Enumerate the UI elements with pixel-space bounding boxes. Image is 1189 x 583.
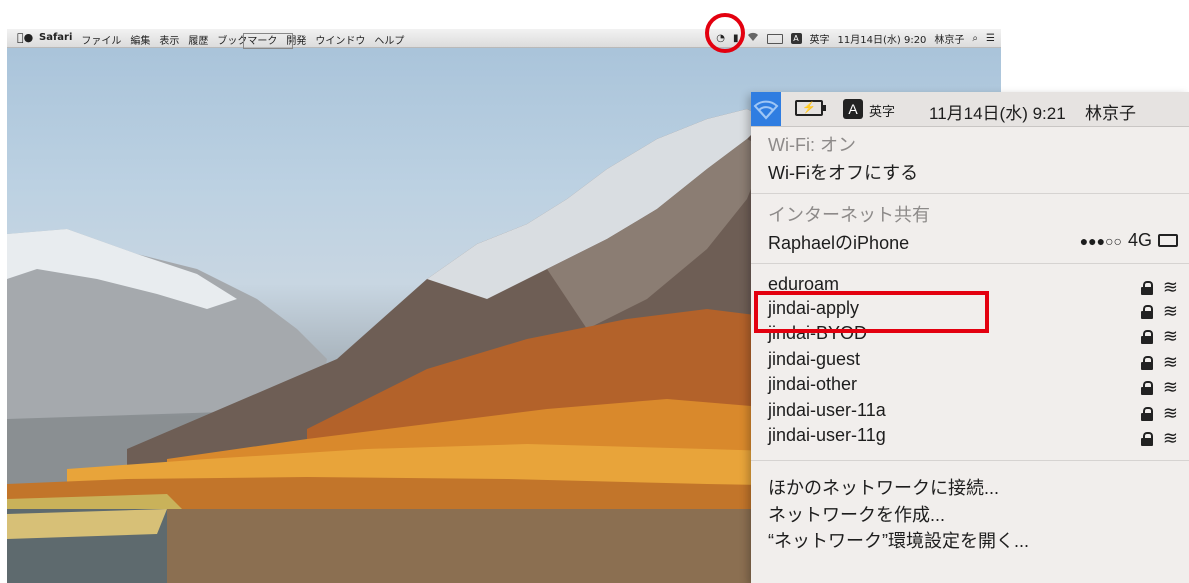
signal-dots: ●●●○○ [1079,232,1122,249]
battery-charging-icon[interactable]: ⚡ [795,100,826,116]
wifi-signal-icon: ≋ [1162,301,1178,321]
app-menus: Safari ファイル 編集 表示 履歴 ブックマーク 開発 ウインドウ ヘルプ [39,32,404,47]
wifi-signal-icon: ≋ [1162,377,1178,397]
wifi-status: Wi-Fi: オン [768,135,856,155]
menubar-clock[interactable]: 11月14日(水) 9:20 [838,31,927,46]
separator [751,263,1189,264]
wifi-active-icon[interactable] [751,92,781,126]
input-source-icon[interactable]: A [790,33,802,44]
network-name: jindai-user-11a [768,400,886,420]
network-name: jindai-user-11g [768,425,886,445]
cursor-selection-box [243,33,293,49]
hotspot-status: ●●●○○ 4G [1080,230,1178,251]
spotlight-icon[interactable]: ⌕ [972,33,978,44]
hotspot-header: インターネット共有 [768,205,930,225]
wifi-highlight-circle [705,13,745,53]
network-item-jindai-user-11a[interactable]: jindai-user-11a ≋ [768,400,1178,423]
open-network-preferences-item[interactable]: “ネットワーク”環境設定を開く... [768,527,1029,553]
create-network-item[interactable]: ネットワークを作成... [768,501,945,527]
network-name: jindai-other [768,374,858,394]
menubar-user[interactable]: 林京子 [934,31,964,46]
battery-icon[interactable] [766,33,783,44]
wifi-menu-zoom: ⚡ A 英字 11月14日(水) 9:21 林京子 Wi-Fi: オン Wi-F… [751,92,1189,583]
menubar-clock[interactable]: 11月14日(水) 9:21 [929,99,1066,124]
separator [751,460,1189,461]
lock-icon [1140,280,1153,295]
lock-icon [1140,355,1153,370]
wifi-toggle-item[interactable]: Wi-Fiをオフにする [768,159,918,185]
menubar-user[interactable]: 林京子 [1085,99,1136,124]
lock-icon [1140,431,1153,446]
menu-help[interactable]: ヘルプ [374,32,404,47]
menubar-status-area: ◔ ▮ A 英字 11月14日(水) 9:20 林京子 ⌕ ☰ [716,31,995,46]
lock-icon [1140,380,1153,395]
lock-icon [1140,329,1153,344]
menu-view[interactable]: 表示 [159,32,179,47]
wifi-signal-icon: ≋ [1162,403,1178,423]
menu-window[interactable]: ウインドウ [315,32,365,47]
menu-safari[interactable]: Safari [39,32,72,47]
apple-menu-icon[interactable]: ● [17,31,33,44]
notification-center-icon[interactable]: ☰ [986,33,995,44]
network-item-jindai-user-11g[interactable]: jindai-user-11g ≋ [768,425,1178,448]
wifi-icon[interactable] [747,32,759,45]
input-source-icon[interactable]: A [843,99,863,119]
jindai-apply-highlight [754,291,989,333]
wifi-signal-icon: ≋ [1162,428,1178,448]
mac-menubar: ● Safari ファイル 編集 表示 履歴 ブックマーク 開発 ウインドウ … [7,29,1001,48]
wifi-signal-icon: ≋ [1162,277,1178,297]
network-item-jindai-guest[interactable]: jindai-guest ≋ [768,349,1178,372]
wifi-signal-icon: ≋ [1162,352,1178,372]
battery-icon [1158,234,1178,247]
separator [751,193,1189,194]
lock-icon [1140,304,1153,319]
wifi-signal-icon: ≋ [1162,326,1178,346]
join-other-network-item[interactable]: ほかのネットワークに接続... [768,474,999,500]
menu-edit[interactable]: 編集 [130,32,150,47]
zoomed-menubar: ⚡ A 英字 11月14日(水) 9:21 林京子 [751,92,1189,127]
hotspot-item[interactable]: RaphaelのiPhone ●●●○○ 4G [768,229,1178,255]
hotspot-name: RaphaelのiPhone [768,233,910,253]
menu-file[interactable]: ファイル [81,32,121,47]
menu-history[interactable]: 履歴 [188,32,208,47]
network-type: 4G [1127,230,1152,250]
lock-icon [1140,406,1153,421]
input-source-label[interactable]: 英字 [869,101,895,120]
network-name: jindai-guest [768,349,861,369]
input-source-label[interactable]: 英字 [810,31,830,46]
network-item-jindai-other[interactable]: jindai-other ≋ [768,374,1178,397]
